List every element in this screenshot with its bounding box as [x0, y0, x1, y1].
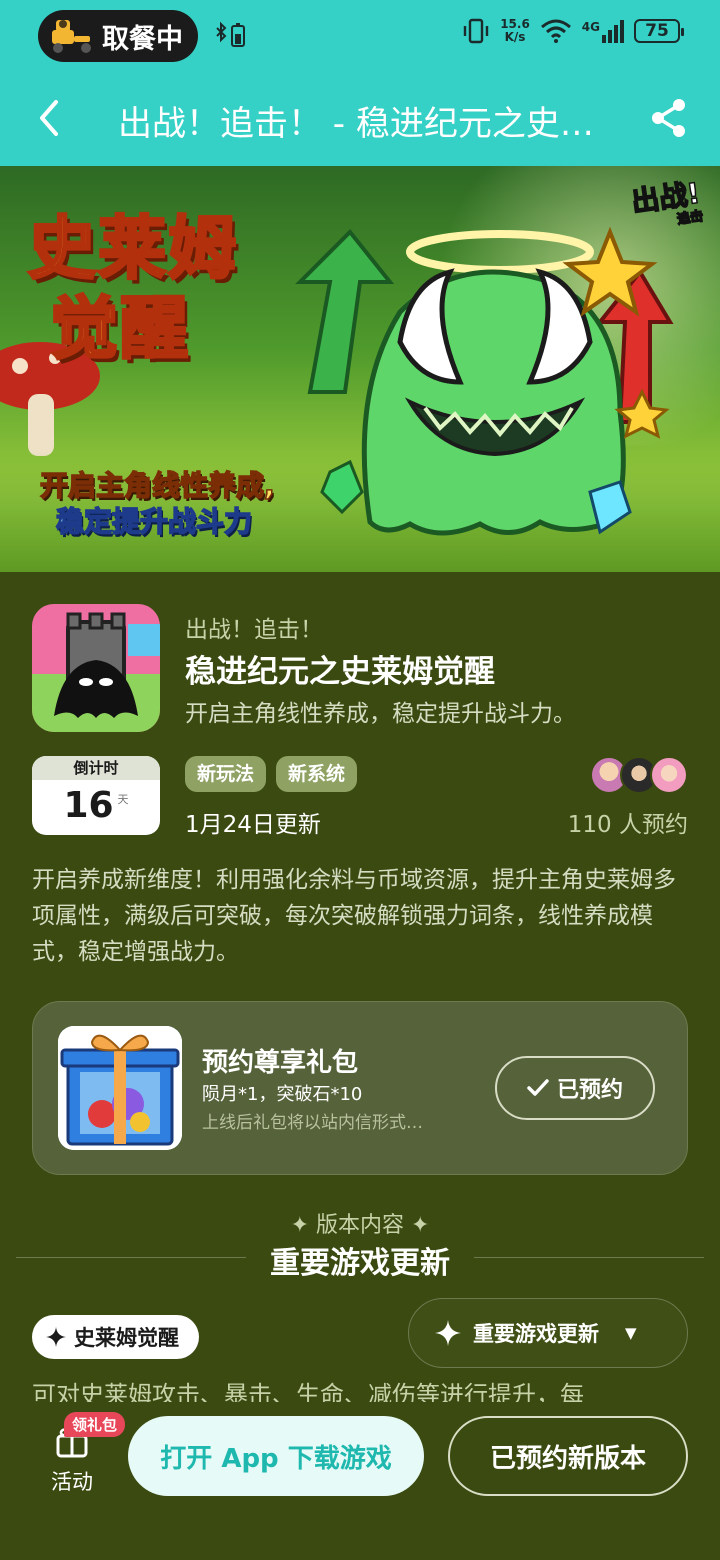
slime-character-illustration — [295, 226, 674, 536]
bluetooth-battery-icon — [216, 21, 245, 47]
battery-indicator: 75 — [634, 19, 684, 43]
version-dropdown[interactable]: 重要游戏更新 ▼ — [408, 1298, 688, 1368]
gift-items: 陨月*1，突破石*10 — [202, 1084, 363, 1105]
countdown-label: 倒计时 — [32, 756, 160, 780]
open-app-download-button[interactable]: 打开 App 下载游戏 — [128, 1416, 424, 1496]
reserve-count: 110 人预约 — [567, 812, 688, 838]
avatar — [650, 756, 688, 794]
tag-new-system[interactable]: 新系统 — [276, 756, 358, 792]
status-icons: 15.6 K/s 4G 75 — [462, 17, 684, 44]
pill-text: 取餐中 — [102, 23, 183, 55]
countdown-value: 16 — [63, 785, 114, 826]
game-long-description: 开启养成新维度！利用强化余料与币域资源，提升主角史莱姆多项属性，满级后可突破，每… — [32, 867, 676, 965]
back-arrow-icon[interactable] — [34, 98, 64, 138]
live-activity-pill[interactable]: 取餐中 — [38, 10, 198, 62]
gift-reserved-button[interactable]: 已预约 — [495, 1056, 655, 1120]
vibrate-icon — [463, 18, 489, 44]
section-title: 重要游戏更新 — [270, 1246, 450, 1281]
countdown-unit: 天 — [117, 793, 129, 806]
gift-title: 预约尊享礼包 — [202, 1048, 359, 1078]
chevron-down-icon: ▼ — [625, 1324, 637, 1342]
app-icon[interactable] — [32, 604, 160, 732]
share-icon[interactable] — [648, 96, 690, 140]
update-content-text: 可对史莱姆攻击、暴击、生命、减伤等进行提升，每 — [32, 1381, 584, 1402]
sparkle-icon — [435, 1320, 461, 1346]
tag-new-gameplay[interactable]: 新玩法 — [185, 756, 267, 792]
cellular-signal-icon: 4G — [582, 19, 624, 43]
feature-chip[interactable]: 史莱姆觉醒 — [32, 1315, 199, 1359]
bottom-action-bar: 活动 领礼包 打开 App 下载游戏 已预约新版本 — [0, 1402, 720, 1560]
game-short-description: 开启主角线性养成，稳定提升战斗力。 — [185, 701, 576, 727]
section-kicker: ✦ 版本内容 ✦ — [290, 1213, 430, 1238]
reservation-gift-card[interactable]: 预约尊享礼包 陨月*1，突破石*10 上线后礼包将以站内信形式… 已预约 — [32, 1001, 688, 1175]
gift-box-image — [58, 1026, 182, 1150]
reserved-new-version-button[interactable]: 已预约新版本 — [448, 1416, 688, 1496]
update-date: 1月24日更新 — [185, 812, 321, 838]
banner-game-logo: 出战! 追击 — [629, 176, 705, 229]
game-title: 稳进纪元之史莱姆觉醒 — [185, 654, 495, 690]
gift-badge: 领礼包 — [64, 1412, 126, 1437]
activity-label: 活动 — [51, 1470, 93, 1494]
developer-name[interactable]: 出战！追击！ — [185, 610, 323, 644]
banner-title-art: 史莱姆 觉醒 — [27, 209, 239, 371]
reserver-avatars[interactable] — [590, 756, 690, 794]
sparkle-icon — [46, 1327, 66, 1347]
page-title: 出战！追击！ - 稳进纪元之史… — [118, 104, 594, 144]
promo-banner[interactable]: 史莱姆 觉醒 开启主角线性养成, 稳定提升战斗力 出战! 追击 — [0, 166, 720, 572]
delivery-scooter-icon — [52, 20, 91, 53]
gift-reserved-label: 已预约 — [556, 1078, 623, 1103]
checkmark-icon — [527, 1079, 549, 1096]
banner-subtitle-art: 开启主角线性养成, 稳定提升战斗力 — [39, 468, 275, 539]
top-header: 取餐中 15.6 K/s 4G 75 出战！追击！ - 稳进纪元之史… — [0, 0, 720, 166]
countdown-card: 倒计时 16 天 — [32, 756, 160, 835]
network-speed: 15.6 K/s — [500, 17, 530, 44]
wifi-icon — [540, 19, 571, 43]
gift-note: 上线后礼包将以站内信形式… — [202, 1113, 423, 1133]
